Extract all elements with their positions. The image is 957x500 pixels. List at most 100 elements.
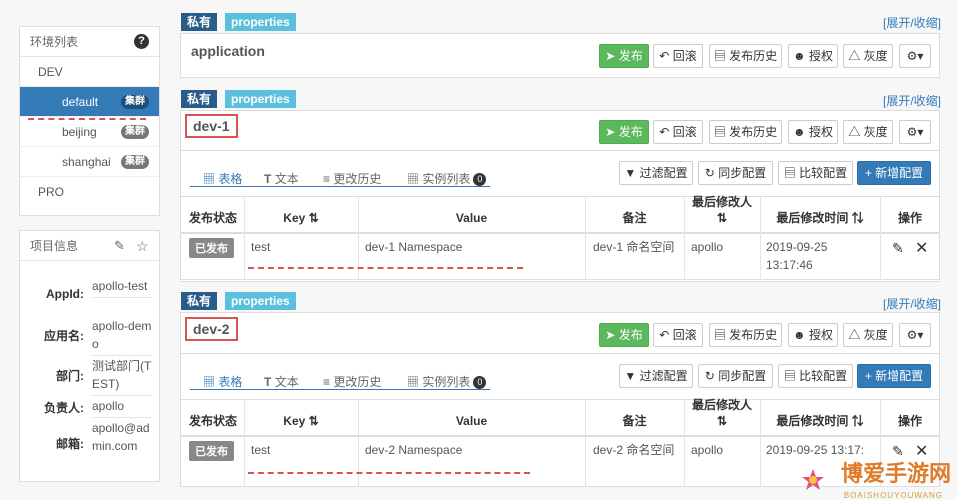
col-divider	[760, 196, 761, 280]
annotation-underline	[248, 472, 530, 474]
settings-dropdown-button[interactable]: ⚙▾	[899, 44, 931, 68]
release-history-button[interactable]: ▤ 发布历史	[709, 120, 782, 144]
filter-config-button[interactable]: ▼ 过滤配置	[619, 161, 693, 185]
table-icon: ▦	[203, 375, 216, 389]
settings-dropdown-button[interactable]: ⚙▾	[899, 323, 931, 347]
tab-table[interactable]: ▦ 表格	[203, 373, 242, 390]
status-badge: 已发布	[189, 441, 234, 461]
tab-label: 实例列表	[422, 172, 471, 186]
tabs-underline	[190, 389, 490, 390]
compare-config-button[interactable]: ▤ 比较配置	[778, 161, 853, 185]
sort-icon: ⇅	[851, 211, 864, 225]
project-info-header: 项目信息 ✎ ☆	[20, 231, 159, 261]
cell-value: dev-1 Namespace	[365, 240, 463, 254]
button-label: 比较配置	[799, 166, 848, 180]
edit-icon[interactable]: ✎	[892, 240, 904, 257]
publish-button[interactable]: ➤ 发布	[599, 120, 649, 144]
col-header-value: Value	[455, 211, 488, 225]
col-header-modified-time[interactable]: 最后修改时间 ⇅	[760, 413, 880, 429]
grant-button[interactable]: ☻ 授权	[788, 323, 838, 347]
col-header-key[interactable]: Key ⇅	[244, 210, 358, 226]
filter-icon: ▼	[624, 166, 637, 180]
button-label: 发布历史	[729, 49, 778, 63]
watermark-logo-icon	[802, 469, 824, 490]
button-label: 灰度	[863, 125, 888, 139]
project-info-panel: 项目信息 ✎ ☆ AppId: apollo-test 应用名: apollo-…	[19, 230, 160, 482]
tab-text[interactable]: T 文本	[264, 373, 299, 390]
cluster-item-shanghai[interactable]: shanghai 集群	[20, 147, 159, 177]
apollo-config-page: 环境列表 ? DEV default 集群 beijing 集群 shangha…	[0, 0, 957, 500]
instance-count-badge: 0	[473, 173, 487, 187]
tabs-underline	[190, 186, 490, 187]
rollback-button[interactable]: ↶ 回滚	[653, 323, 703, 347]
release-history-button[interactable]: ▤ 发布历史	[709, 44, 782, 68]
tab-instances[interactable]: ▦ 实例列表 0	[407, 373, 487, 390]
col-header-comment: 备注	[622, 211, 647, 225]
table-top-border	[181, 196, 939, 197]
add-config-button[interactable]: + 新增配置	[857, 161, 931, 185]
sync-icon: ↻	[704, 369, 715, 383]
status-badge: 已发布	[189, 238, 234, 258]
col-header-value: Value	[455, 414, 488, 428]
publish-button[interactable]: ➤ 发布	[599, 323, 649, 347]
tab-history[interactable]: ≡ 更改历史	[323, 373, 381, 390]
rollback-button[interactable]: ↶ 回滚	[653, 44, 703, 68]
filter-icon: ▼	[624, 369, 637, 383]
cell-modified-time: 2019-09-25 13:17:46	[766, 240, 828, 272]
settings-dropdown-button[interactable]: ⚙▾	[899, 120, 931, 144]
button-label: 同步配置	[718, 369, 767, 383]
grant-button[interactable]: ☻ 授权	[788, 120, 838, 144]
edit-icon[interactable]: ✎	[114, 231, 125, 261]
header-label: 最后修改时间	[776, 414, 849, 428]
gray-release-button[interactable]: △ 灰度	[843, 44, 893, 68]
table-bottom-border	[181, 279, 939, 280]
info-label: AppId:	[46, 287, 84, 301]
info-value: apollo-test	[92, 277, 152, 298]
delete-icon[interactable]: ✕	[915, 238, 928, 258]
divider	[181, 150, 939, 151]
button-label: 授权	[808, 49, 833, 63]
col-header-ops: 操作	[897, 414, 922, 428]
instance-count-badge: 0	[473, 376, 487, 390]
grant-button[interactable]: ☻ 授权	[788, 44, 838, 68]
env-label: PRO	[38, 185, 65, 199]
sync-config-button[interactable]: ↻ 同步配置	[698, 364, 773, 388]
private-tag: 私有	[181, 292, 218, 310]
col-header-key[interactable]: Key ⇅	[244, 413, 358, 429]
tab-table[interactable]: ▦ 表格	[203, 170, 242, 187]
col-header-modified-time[interactable]: 最后修改时间 ⇅	[760, 210, 880, 226]
env-item-pro[interactable]: PRO	[20, 177, 159, 207]
sort-icon: ⇅	[851, 414, 864, 428]
tab-history[interactable]: ≡ 更改历史	[323, 170, 381, 187]
cluster-item-default[interactable]: default 集群	[20, 87, 159, 117]
expand-collapse-link[interactable]: [展开/收缩]	[883, 14, 941, 31]
compare-config-button[interactable]: ▤ 比较配置	[778, 364, 853, 388]
tab-instances[interactable]: ▦ 实例列表 0	[407, 170, 487, 187]
sync-icon: ↻	[704, 166, 715, 180]
info-label: 部门:	[56, 369, 84, 383]
info-label: 应用名:	[44, 329, 84, 343]
info-label: 负责人:	[44, 401, 84, 415]
add-config-button[interactable]: + 新增配置	[857, 364, 931, 388]
col-header-modifier[interactable]: 最后修改人 ⇅	[684, 194, 760, 226]
env-list-header: 环境列表 ?	[20, 27, 159, 57]
release-history-button[interactable]: ▤ 发布历史	[709, 323, 782, 347]
sync-config-button[interactable]: ↻ 同步配置	[698, 161, 773, 185]
rollback-button[interactable]: ↶ 回滚	[653, 120, 703, 144]
question-circle-icon[interactable]: ?	[134, 34, 149, 49]
publish-button[interactable]: ➤ 发布	[599, 44, 649, 68]
expand-collapse-link[interactable]: [展开/收缩]	[883, 92, 941, 109]
cell-comment: dev-2 命名空间	[593, 443, 675, 457]
divider	[181, 353, 939, 354]
env-item-dev[interactable]: DEV	[20, 57, 159, 87]
cluster-item-beijing[interactable]: beijing 集群	[20, 117, 159, 147]
info-label: 邮箱:	[56, 437, 84, 451]
gray-release-button[interactable]: △ 灰度	[843, 120, 893, 144]
gray-release-button[interactable]: △ 灰度	[843, 323, 893, 347]
tab-text[interactable]: T 文本	[264, 170, 299, 187]
col-header-modifier[interactable]: 最后修改人 ⇅	[684, 397, 760, 429]
filter-config-button[interactable]: ▼ 过滤配置	[619, 364, 693, 388]
expand-collapse-link[interactable]: [展开/收缩]	[883, 295, 941, 312]
star-icon[interactable]: ☆	[136, 231, 149, 261]
button-label: 灰度	[863, 49, 888, 63]
